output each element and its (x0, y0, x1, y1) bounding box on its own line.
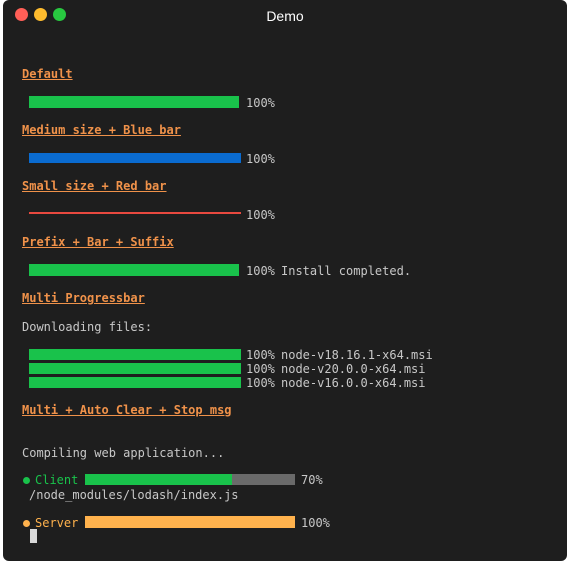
multi-progress-bar-1 (29, 349, 241, 360)
server-label: Server (35, 516, 79, 530)
title-bar: Demo (3, 0, 567, 32)
section-heading-default: Default (22, 67, 73, 81)
progress-bar-prefix (29, 264, 239, 276)
multi-file-2: node-v20.0.0-x64.msi (281, 362, 426, 376)
multi-percent-2: 100% (246, 362, 275, 376)
section-heading-prefix: Prefix + Bar + Suffix (22, 235, 174, 249)
server-status-dot-icon (23, 520, 30, 527)
compiling-label: Compiling web application... (22, 446, 225, 460)
progress-percent-default: 100% (246, 96, 275, 110)
client-status-dot-icon (23, 477, 30, 484)
progress-percent-small: 100% (246, 208, 275, 222)
client-current-file: /node_modules/lodash/index.js (29, 488, 239, 502)
window-title: Demo (266, 8, 304, 24)
multi-progress-bar-3 (29, 377, 241, 388)
progress-percent-medium: 100% (246, 152, 275, 166)
multi-progress-bar-2 (29, 363, 241, 374)
client-progress-track (85, 474, 295, 485)
section-heading-auto-clear: Multi + Auto Clear + Stop msg (22, 403, 232, 417)
multi-percent-1: 100% (246, 348, 275, 362)
progress-percent-prefix: 100% (246, 264, 275, 278)
server-percent: 100% (301, 516, 330, 530)
client-label: Client (35, 473, 79, 487)
progress-bar-small-red (29, 212, 241, 214)
section-heading-small: Small size + Red bar (22, 179, 167, 193)
multi-file-3: node-v16.0.0-x64.msi (281, 376, 426, 390)
client-progress-fill (85, 474, 232, 485)
downloading-label: Downloading files: (22, 320, 153, 334)
progress-bar-default (29, 96, 239, 108)
server-progress-bar (85, 516, 295, 528)
multi-file-1: node-v18.16.1-x64.msi (281, 348, 433, 362)
progress-suffix-text: Install completed. (281, 264, 412, 278)
progress-bar-medium-blue (29, 153, 241, 163)
terminal-cursor (30, 529, 37, 543)
section-heading-multi: Multi Progressbar (22, 291, 145, 305)
multi-percent-3: 100% (246, 376, 275, 390)
terminal-window: Demo Default 100% Medium size + Blue bar… (3, 0, 567, 561)
client-percent: 70% (301, 473, 323, 487)
section-heading-medium: Medium size + Blue bar (22, 123, 181, 137)
